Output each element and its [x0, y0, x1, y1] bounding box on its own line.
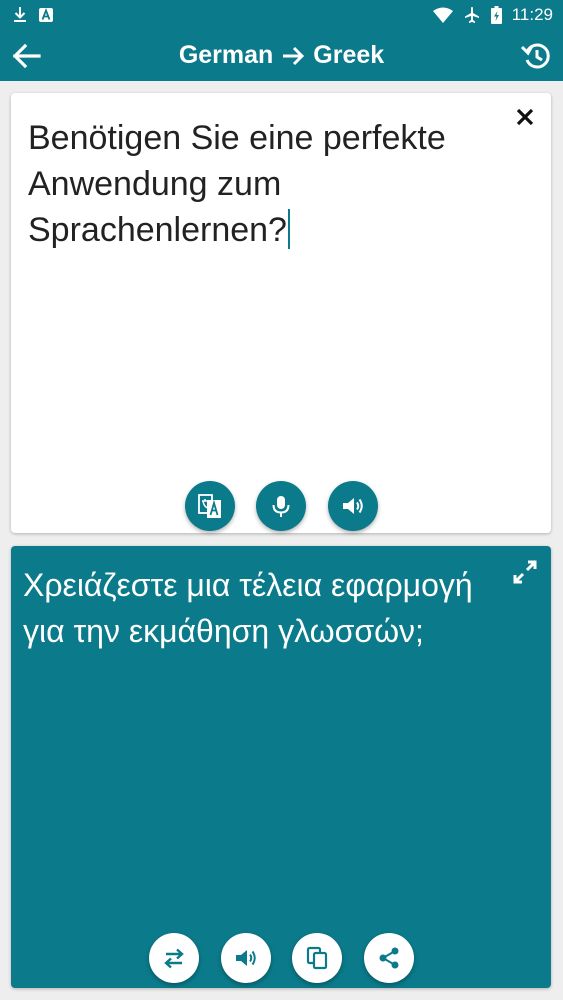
- status-bar-left: [12, 6, 54, 24]
- microphone-icon: [272, 496, 290, 517]
- copy-button[interactable]: [292, 933, 342, 983]
- speaker-button-target[interactable]: [221, 933, 271, 983]
- swap-icon: [164, 948, 184, 969]
- speaker-icon: [343, 498, 363, 514]
- source-language: German: [178, 41, 274, 69]
- speaker-icon: [236, 950, 256, 966]
- battery-icon: [490, 6, 502, 24]
- expand-icon[interactable]: [511, 558, 539, 586]
- history-icon[interactable]: [519, 39, 553, 73]
- arrow-right-icon: [283, 46, 305, 65]
- translate-icon: [198, 494, 221, 518]
- source-card: Benötigen Sie eine perfekte Anwendung zu…: [11, 93, 551, 533]
- status-time: 11:29: [511, 5, 553, 24]
- copy-icon: [306, 946, 328, 970]
- target-card: Χρειάζεστε μια τέλεια εφαρμογή για την ε…: [11, 546, 551, 988]
- app-bar: German Greek: [0, 30, 563, 81]
- status-bar-right: 11:29: [432, 5, 553, 25]
- share-icon: [379, 947, 399, 969]
- download-icon: [14, 7, 26, 22]
- text-cursor: [287, 209, 290, 249]
- share-button[interactable]: [364, 933, 414, 983]
- translated-text: Χρειάζεστε μια τέλεια εφαρμογή για την ε…: [23, 567, 473, 649]
- app-notification-icon: [39, 8, 53, 22]
- airplane-icon: [464, 7, 479, 23]
- language-pair-title[interactable]: German Greek: [0, 30, 563, 81]
- status-bar: 11:29: [0, 0, 563, 30]
- swap-languages-button[interactable]: [149, 933, 199, 983]
- microphone-button[interactable]: [256, 481, 306, 531]
- source-text: Benötigen Sie eine perfekte Anwendung zu…: [28, 119, 446, 249]
- close-icon[interactable]: [513, 105, 537, 129]
- translate-button[interactable]: [185, 481, 235, 531]
- wifi-icon: [432, 7, 453, 23]
- target-language: Greek: [313, 41, 385, 69]
- speaker-button-source[interactable]: [328, 481, 378, 531]
- source-text-input[interactable]: Benötigen Sie eine perfekte Anwendung zu…: [28, 115, 498, 253]
